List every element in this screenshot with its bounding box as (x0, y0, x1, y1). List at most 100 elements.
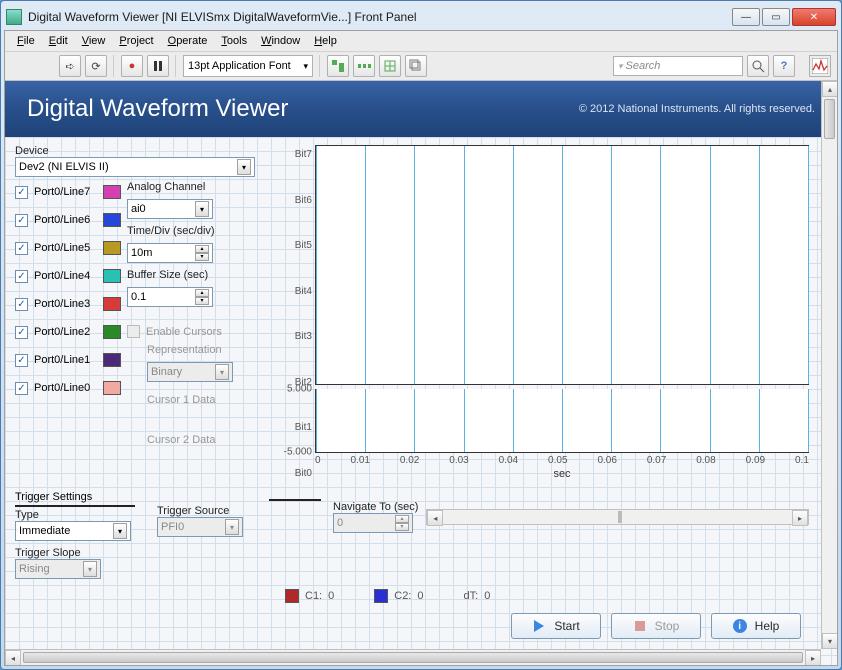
port-color-swatch[interactable] (103, 297, 121, 311)
search-input[interactable]: ▾ Search (613, 56, 743, 76)
port-label: Port0/Line7 (34, 186, 90, 198)
port-checkbox[interactable]: ✓ (15, 326, 28, 339)
info-icon: i (733, 619, 747, 633)
device-label: Device (15, 145, 49, 157)
divider (269, 499, 321, 501)
minimize-button[interactable]: — (732, 8, 760, 26)
arrow-left-icon[interactable]: ◂ (5, 650, 21, 665)
trig-source-select: PFI0▾ (157, 517, 243, 537)
arrow-up-icon[interactable]: ▴ (822, 81, 837, 97)
cursor2-label: Cursor 2 Data (147, 434, 233, 446)
digital-plot[interactable] (315, 145, 809, 385)
stop-button[interactable]: Stop (611, 613, 701, 639)
enable-cursors-checkbox[interactable] (127, 325, 140, 338)
bit-label: Bit3 (295, 331, 312, 342)
port-color-swatch[interactable] (103, 325, 121, 339)
x-tick: 0.06 (597, 455, 616, 466)
port-checkbox[interactable]: ✓ (15, 270, 28, 283)
bufsize-input[interactable]: 0.1 ▴▾ (127, 287, 213, 307)
client-area: File Edit View Project Operate Tools Win… (4, 30, 838, 666)
analog-plot[interactable]: 5.000 -5.000 (315, 389, 809, 453)
port-label: Port0/Line0 (34, 382, 90, 394)
align-button[interactable] (327, 55, 349, 77)
analog-select[interactable]: ai0▾ (127, 199, 213, 219)
start-button[interactable]: Start (511, 613, 601, 639)
navigate-label: Navigate To (sec) (333, 501, 418, 513)
app-icon (6, 9, 22, 25)
reorder-button[interactable] (405, 55, 427, 77)
bit-label: Bit5 (295, 240, 312, 251)
port-list: ✓Port0/Line7✓Port0/Line6✓Port0/Line5✓Por… (15, 185, 121, 483)
vi-icon[interactable] (809, 55, 831, 77)
dt-value: 0 (484, 590, 490, 602)
dt-label: dT: (464, 590, 479, 602)
abort-button[interactable]: ● (121, 55, 143, 77)
port-color-swatch[interactable] (103, 241, 121, 255)
x-axis-title: sec (315, 468, 809, 480)
menu-help[interactable]: Help (308, 33, 343, 49)
timediv-input[interactable]: 10m ▴▾ (127, 243, 213, 263)
port-checkbox[interactable]: ✓ (15, 214, 28, 227)
port-checkbox[interactable]: ✓ (15, 382, 28, 395)
menu-operate[interactable]: Operate (162, 33, 214, 49)
menu-view[interactable]: View (76, 33, 112, 49)
toolbar-separator (113, 55, 115, 77)
menu-file[interactable]: File (11, 33, 41, 49)
port-checkbox[interactable]: ✓ (15, 354, 28, 367)
device-row: Device Dev2 (NI ELVIS II) ▾ (15, 145, 275, 177)
menu-edit[interactable]: Edit (43, 33, 74, 49)
bit-label: Bit1 (295, 422, 312, 433)
menu-project[interactable]: Project (113, 33, 159, 49)
bit-label: Bit6 (295, 195, 312, 206)
menu-window[interactable]: Window (255, 33, 306, 49)
cursor-readout: C1: 0 C2: 0 dT: 0 (15, 579, 809, 607)
port-item: ✓ Port0/Line6 (15, 213, 121, 227)
cursor1-label: Cursor 1 Data (147, 394, 233, 406)
scrollbar-vertical[interactable]: ▴ ▾ (821, 81, 837, 649)
menu-tools[interactable]: Tools (215, 33, 253, 49)
device-select[interactable]: Dev2 (NI ELVIS II) ▾ (15, 157, 255, 177)
panel: Device Dev2 (NI ELVIS II) ▾ ✓ Port0/Line7… (5, 137, 821, 649)
x-tick: 0.07 (647, 455, 666, 466)
scrollbar-thumb[interactable] (824, 99, 835, 139)
pause-button[interactable] (147, 55, 169, 77)
run-button[interactable]: ➪ (59, 55, 81, 77)
scrollbar-thumb[interactable] (23, 652, 803, 663)
port-color-swatch[interactable] (103, 213, 121, 227)
port-color-swatch[interactable] (103, 353, 121, 367)
trigger-title: Trigger Settings (15, 491, 135, 507)
port-label: Port0/Line6 (34, 214, 90, 226)
trig-type-select[interactable]: Immediate▾ (15, 521, 131, 541)
port-label: Port0/Line4 (34, 270, 90, 282)
navigate-scrollbar[interactable]: ◂ ▸ (426, 509, 809, 525)
magnifier-icon (751, 59, 765, 73)
arrow-left-icon[interactable]: ◂ (427, 510, 443, 526)
resize-button[interactable] (379, 55, 401, 77)
maximize-button[interactable]: ▭ (762, 8, 790, 26)
trig-type-label: Type (15, 509, 39, 521)
arrow-right-icon[interactable]: ▸ (792, 510, 808, 526)
analog-ymax: 5.000 (287, 384, 312, 395)
scrollbar-horizontal[interactable]: ◂ ▸ (5, 649, 821, 665)
context-help-button[interactable]: ? (773, 55, 795, 77)
port-checkbox[interactable]: ✓ (15, 242, 28, 255)
port-item: ✓Port0/Line2 (15, 325, 121, 339)
font-selector[interactable]: 13pt Application Font ▾ (183, 55, 313, 77)
port-item: ✓ Port0/Line5 (15, 241, 121, 255)
run-continuous-button[interactable]: ⟳ (85, 55, 107, 77)
port-checkbox[interactable]: ✓ (15, 298, 28, 311)
port-color-swatch[interactable] (103, 185, 121, 199)
close-button[interactable]: ✕ (792, 8, 836, 26)
distribute-button[interactable] (353, 55, 375, 77)
port-label: Port0/Line5 (34, 242, 90, 254)
port-color-swatch[interactable] (103, 381, 121, 395)
x-tick: 0.04 (499, 455, 518, 466)
port-color-swatch[interactable] (103, 269, 121, 283)
help-button[interactable]: i Help (711, 613, 801, 639)
search-go-button[interactable] (747, 55, 769, 77)
arrow-down-icon[interactable]: ▾ (822, 633, 837, 649)
play-icon (534, 620, 544, 632)
port-checkbox[interactable]: ✓ (15, 186, 28, 199)
search-dropdown-icon: ▾ (618, 61, 623, 72)
arrow-right-icon[interactable]: ▸ (805, 650, 821, 665)
